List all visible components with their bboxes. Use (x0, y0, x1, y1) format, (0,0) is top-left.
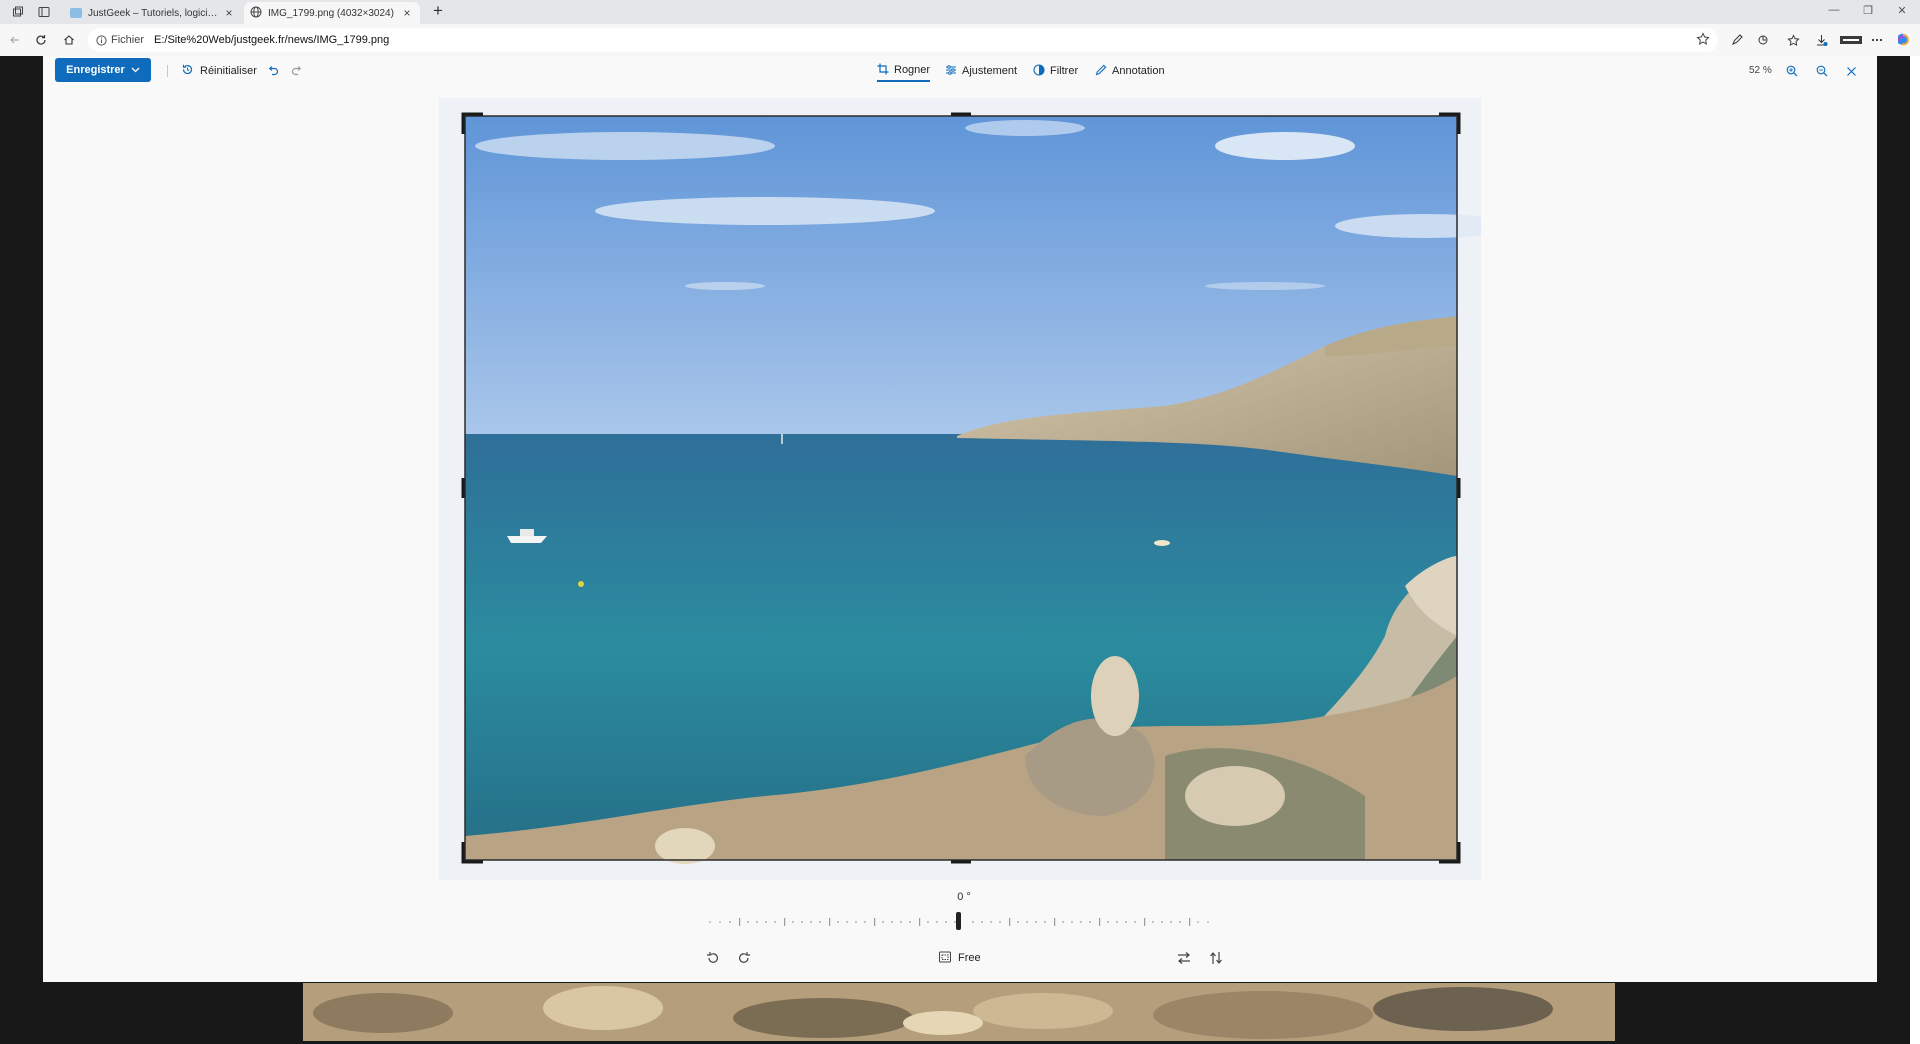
justgeek-favicon-icon (70, 8, 82, 18)
window-edge (1910, 56, 1920, 1044)
tab-strip: JustGeek – Tutoriels, logiciels, astuces… (0, 0, 1920, 24)
more-icon[interactable] (1866, 30, 1888, 50)
image-editor-panel: Enregistrer Réinitialiser Rogner Ajustem… (43, 56, 1877, 982)
tab-title: IMG_1799.png (4032×3024) (268, 7, 394, 19)
zoom-out-icon[interactable] (1812, 61, 1832, 81)
aspect-ratio-icon (938, 950, 952, 967)
editor-toolbar: Enregistrer Réinitialiser Rogner Ajustem… (43, 56, 1877, 86)
rotate-right-icon[interactable] (733, 947, 755, 969)
pen-icon[interactable] (1726, 30, 1748, 50)
tab-annotation[interactable]: Annotation (1095, 60, 1165, 82)
site-info-button[interactable]: Fichier (96, 34, 154, 46)
undo-icon[interactable] (263, 61, 283, 81)
close-tab-icon[interactable]: × (222, 6, 236, 20)
zoom-in-icon[interactable] (1782, 61, 1802, 81)
rotation-angle-label: 0 ° (957, 891, 971, 903)
rotate-left-icon[interactable] (702, 947, 724, 969)
zoom-level: 52 % (1749, 65, 1772, 76)
straighten-dial-thumb[interactable] (956, 912, 961, 930)
crop-icon (877, 63, 889, 78)
reset-button[interactable]: Réinitialiser (181, 60, 257, 82)
reload-icon[interactable] (30, 30, 52, 50)
close-window-icon[interactable]: ✕ (1892, 4, 1912, 17)
close-editor-icon[interactable] (1841, 61, 1861, 81)
tab-adjustment[interactable]: Ajustement (945, 60, 1017, 82)
redo-icon[interactable] (287, 61, 307, 81)
tab-crop-label: Rogner (894, 64, 931, 76)
favorites-icon[interactable] (1782, 30, 1804, 50)
site-info-label: Fichier (111, 34, 145, 46)
copilot-icon[interactable] (1892, 30, 1914, 50)
tab-annotation-label: Annotation (1112, 65, 1165, 77)
downloads-icon[interactable] (1810, 30, 1832, 50)
tab-crop[interactable]: Rogner (877, 60, 931, 82)
globe-icon (250, 6, 262, 21)
image-preview-strip (303, 983, 1615, 1041)
restore-icon[interactable]: ❐ (1858, 4, 1878, 17)
filter-icon (1033, 63, 1045, 79)
tab-filter[interactable]: Filtrer (1033, 60, 1078, 82)
toolbar-divider (167, 65, 168, 77)
new-tab-button[interactable]: + (428, 2, 448, 22)
tab-title: JustGeek – Tutoriels, logiciels, astuces (88, 7, 222, 19)
back-icon[interactable] (4, 30, 26, 50)
workspaces-icon[interactable] (8, 3, 28, 21)
add-favorite-icon[interactable] (1696, 32, 1710, 49)
refresh-icon[interactable] (1752, 30, 1774, 50)
pen-icon (1095, 64, 1107, 79)
url-text[interactable]: E:/Site%20Web/justgeek.fr/news/IMG_1799.… (154, 34, 389, 46)
info-icon (96, 34, 107, 46)
extension-icon[interactable] (1838, 30, 1864, 50)
tab-filter-label: Filtrer (1050, 65, 1079, 77)
tab-image[interactable]: IMG_1799.png (4032×3024) × (244, 2, 420, 24)
reset-label: Réinitialiser (200, 65, 257, 77)
minimize-icon[interactable]: — (1824, 4, 1844, 16)
save-button-label: Enregistrer (66, 64, 125, 76)
sliders-icon (945, 64, 957, 79)
flip-horizontal-icon[interactable] (1173, 947, 1195, 969)
image-canvas (439, 98, 1481, 880)
history-icon (181, 63, 194, 79)
aspect-ratio-label: Free (958, 952, 981, 964)
tab-justgeek[interactable]: JustGeek – Tutoriels, logiciels, astuces… (64, 2, 242, 24)
aspect-ratio-button[interactable]: Free (938, 947, 981, 969)
address-bar[interactable]: Fichier E:/Site%20Web/justgeek.fr/news/I… (88, 28, 1718, 52)
home-icon[interactable] (58, 30, 80, 50)
close-tab-icon[interactable]: × (400, 6, 414, 20)
tab-actions-icon[interactable] (34, 3, 54, 21)
tab-adjustment-label: Ajustement (962, 65, 1018, 77)
navigation-bar: Fichier E:/Site%20Web/justgeek.fr/news/I… (0, 24, 1920, 56)
chevron-down-icon (131, 64, 140, 76)
flip-vertical-icon[interactable] (1205, 947, 1227, 969)
save-button[interactable]: Enregistrer (55, 58, 151, 82)
